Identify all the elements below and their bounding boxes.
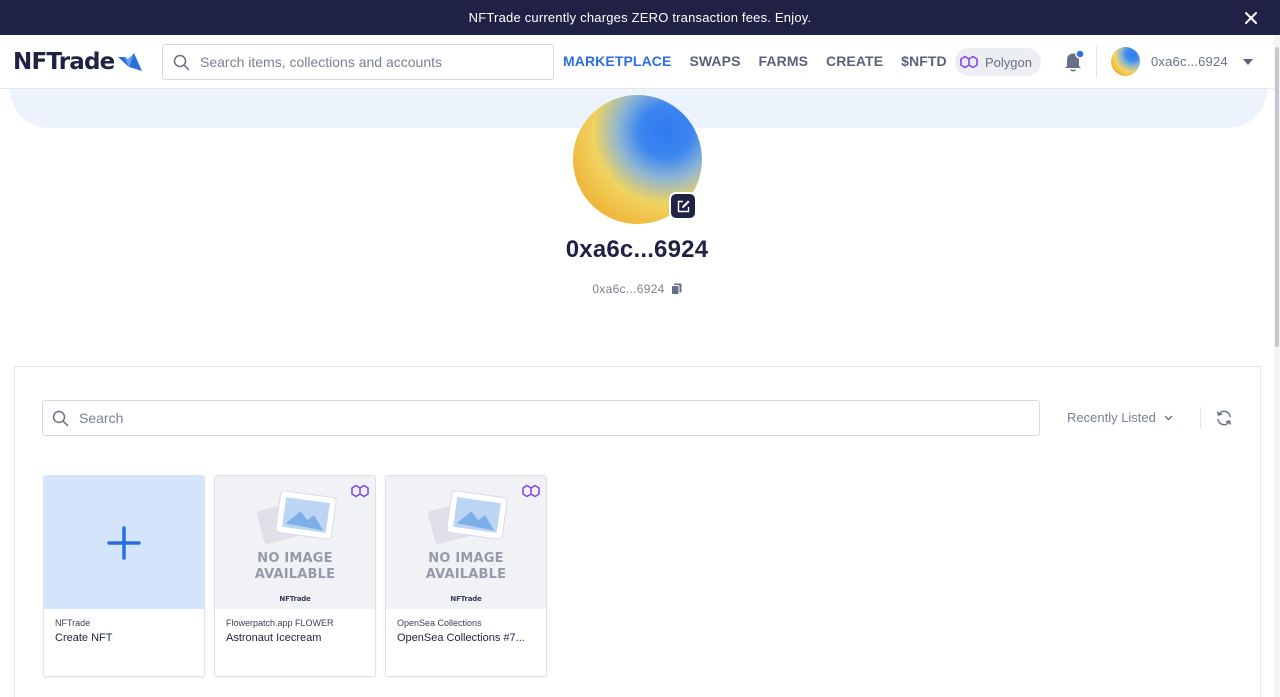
card-media: NO IMAGE AVAILABLE NFTrade [386,476,546,609]
logo-mark-icon [118,53,143,71]
logo[interactable]: NFTrade [13,49,143,75]
account-menu[interactable]: 0xa6c...6924 [1111,47,1254,76]
nav-marketplace[interactable]: MARKETPLACE [563,53,671,69]
chevron-down-icon [1242,58,1253,65]
chevron-down-icon [1164,415,1173,420]
placeholder-image-icon [428,490,508,544]
edit-profile-button[interactable] [669,192,697,220]
card-collection: NFTrade [55,618,91,628]
nav-farms[interactable]: FARMS [759,53,809,69]
placeholder-brand: NFTrade [450,595,482,603]
polygon-icon [960,55,978,69]
items-search[interactable] [42,400,1040,436]
network-label: Polygon [985,54,1032,70]
polygon-icon [351,484,369,498]
profile-address-row: 0xa6c...6924 [0,282,1274,296]
no-image-text: NO IMAGE AVAILABLE [254,551,336,582]
edit-icon [677,200,689,212]
card-collection: OpenSea Collections [397,618,482,628]
sort-label: Recently Listed [1067,410,1156,425]
no-image-text: NO IMAGE AVAILABLE [425,551,507,582]
polygon-icon [522,484,540,498]
network-selector[interactable]: Polygon [955,48,1041,76]
global-search[interactable] [162,44,554,80]
card-media: NO IMAGE AVAILABLE NFTrade [215,476,375,609]
items-panel: Recently Listed NFTrade Create NFT [14,366,1261,697]
search-icon [52,410,69,426]
nft-card[interactable]: NO IMAGE AVAILABLE NFTrade Flowerpatch.ap… [214,475,376,677]
nav-create[interactable]: CREATE [826,53,883,69]
global-search-input[interactable] [200,54,530,70]
account-address: 0xa6c...6924 [1151,54,1228,69]
nav-nftd[interactable]: $NFTD [901,53,947,69]
placeholder-brand: NFTrade [279,595,311,603]
card-title: OpenSea Collections #7... [397,632,525,644]
profile-name: 0xa6c...6924 [565,236,709,263]
profile-address: 0xa6c...6924 [592,282,665,296]
announcement-banner: NFTrade currently charges ZERO transacti… [0,0,1280,35]
close-icon[interactable] [1242,9,1260,27]
sort-dropdown[interactable]: Recently Listed [1067,410,1173,425]
create-card-media [44,476,204,609]
search-icon [173,54,190,70]
refresh-icon[interactable] [1215,409,1233,427]
banner-message: NFTrade currently charges ZERO transacti… [468,10,812,25]
scrollbar-thumb[interactable] [1275,47,1279,347]
toolbar-divider [1200,407,1201,429]
nav-swaps[interactable]: SWAPS [689,53,740,69]
nft-card[interactable]: NO IMAGE AVAILABLE NFTrade OpenSea Collec… [385,475,547,677]
card-title: Create NFT [55,632,113,644]
header-divider [1096,46,1097,78]
create-nft-card[interactable]: NFTrade Create NFT [43,475,205,677]
top-header: NFTrade MARKETPLACE SWAPS FARMS CREATE $… [0,35,1274,89]
card-title: Astronaut Icecream [226,632,322,644]
avatar [1111,47,1140,76]
bell-icon[interactable] [1063,49,1085,73]
logo-text: NFTrade [13,49,115,75]
plus-icon [107,525,141,560]
items-search-input[interactable] [79,410,979,426]
card-collection: Flowerpatch.app FLOWER [226,618,334,628]
main-nav: MARKETPLACE SWAPS FARMS CREATE $NFTD [563,53,965,69]
copy-icon[interactable] [670,283,682,295]
placeholder-image-icon [257,490,337,544]
